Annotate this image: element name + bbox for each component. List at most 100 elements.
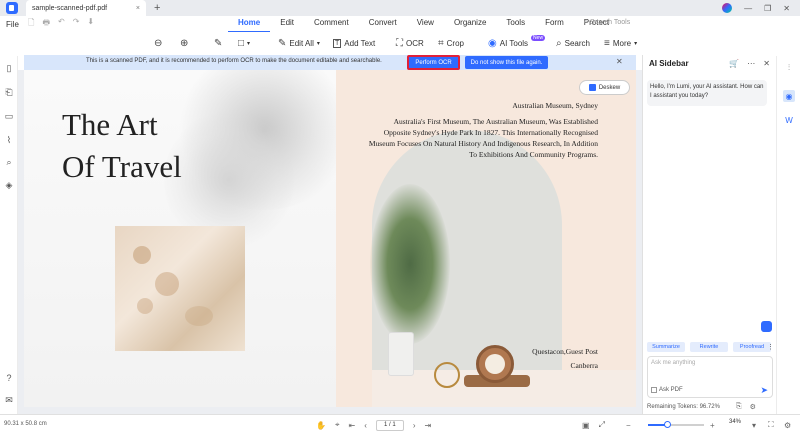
menu-comment[interactable]: Comment — [304, 15, 359, 33]
layers-icon[interactable]: ◈ — [3, 179, 15, 191]
help-icon[interactable]: ? — [3, 372, 15, 384]
window-close-icon[interactable]: ✕ — [783, 4, 790, 13]
ask-input[interactable]: Ask me anything Ask PDF ➤ — [647, 356, 773, 398]
feedback-icon[interactable]: ✉ — [3, 394, 15, 406]
ask-pdf-toggle[interactable]: Ask PDF — [651, 387, 683, 393]
zoom-level[interactable]: 34% — [729, 419, 741, 425]
ocr-button[interactable]: ⛶ OCR — [396, 32, 424, 54]
highlight-button[interactable]: ✎ — [214, 32, 222, 54]
edit-all-button[interactable]: ✎ Edit All ▾ — [278, 32, 320, 54]
search-button[interactable]: ⌕ Search — [556, 32, 590, 54]
menu-bar: File 🗋 🖶 ↶ ↷ ⬇ Home Edit Comment Convert… — [0, 15, 800, 33]
hand-tool-icon[interactable]: ✋ — [316, 421, 326, 430]
fit-page-icon[interactable]: ⤢ — [599, 420, 605, 430]
close-icon[interactable]: ✕ — [616, 57, 623, 66]
menu-home[interactable]: Home — [228, 15, 271, 33]
page-number-input[interactable]: 1 / 1 — [375, 419, 404, 431]
menu-tools[interactable]: Tools — [496, 15, 535, 33]
more-options-icon[interactable]: ⋯ — [747, 59, 755, 68]
search-icon: ⌕ — [556, 37, 562, 49]
zoom-out-icon[interactable]: − — [626, 421, 631, 430]
dont-show-again-button[interactable]: Do not show this file again. — [465, 56, 548, 69]
zoom-in-icon[interactable]: + — [710, 418, 715, 432]
ai-icon: ◉ — [488, 37, 497, 49]
search-icon[interactable]: ⌕ — [3, 156, 15, 168]
previous-page-icon[interactable]: ‹ — [364, 421, 367, 430]
last-page-icon[interactable]: ⇥ — [425, 421, 432, 430]
maximize-icon[interactable]: ❐ — [764, 4, 771, 13]
more-button[interactable]: ≡ More ▾ — [604, 32, 637, 54]
first-page-icon[interactable]: ⇤ — [348, 421, 355, 430]
account-avatar[interactable] — [722, 3, 733, 13]
file-menu[interactable]: File — [6, 20, 19, 29]
edit-icon: ✎ — [278, 37, 287, 49]
menu-form[interactable]: Form — [535, 15, 574, 33]
perform-ocr-button[interactable]: Perform OCR — [407, 55, 460, 70]
questacon-line-2: Canberra — [570, 361, 598, 370]
museum-heading: Australian Museum, Sydney — [512, 101, 598, 110]
ocr-notification-bar: This is a scanned PDF, and it is recomme… — [24, 55, 636, 70]
redo-icon[interactable]: ↷ — [73, 17, 80, 31]
vase-image — [388, 332, 414, 376]
ocr-notification-text: This is a scanned PDF, and it is recomme… — [86, 58, 382, 64]
search-tools-input[interactable]: ⌕ Search Tools — [584, 19, 630, 27]
more-icon: ≡ — [604, 37, 610, 49]
ai-assistant-icon[interactable] — [761, 321, 772, 332]
full-screen-icon[interactable]: ⛶ — [768, 418, 774, 432]
zoom-slider-handle[interactable] — [664, 421, 672, 428]
send-icon[interactable]: ➤ — [760, 385, 768, 396]
page-layout-icon[interactable]: ▣ — [582, 421, 590, 430]
zoom-in-button[interactable]: ⊕ — [180, 32, 188, 54]
next-page-icon[interactable]: › — [413, 421, 416, 430]
cart-icon[interactable]: 🛒 — [729, 59, 739, 68]
remaining-tokens: Remaining Tokens: 96.72% — [647, 404, 720, 410]
settings-icon[interactable]: ⚙ — [750, 403, 756, 411]
tab-close-icon[interactable]: × — [136, 5, 140, 12]
summarize-chip[interactable]: Summarize — [647, 342, 685, 352]
history-icon[interactable]: ⎘ — [736, 403, 742, 411]
deskew-label: Deskew — [598, 84, 621, 91]
status-bar: 90.31 x 50.8 cm ✋ ⌖ ⇤ ‹ 1 / 1 › ⇥ ▣ ⤢ − … — [0, 414, 800, 434]
deskew-button[interactable]: Deskew — [579, 80, 630, 95]
zoom-dropdown-icon[interactable]: ▾ — [752, 418, 756, 432]
shape-button[interactable]: □ ▾ — [238, 32, 250, 54]
rewrite-chip[interactable]: Rewrite — [690, 342, 728, 352]
select-tool-icon[interactable]: ⌖ — [335, 420, 340, 430]
quick-access-dropdown-icon[interactable]: ⬇ — [87, 17, 94, 31]
document-tab[interactable]: sample-scanned-pdf.pdf × — [26, 0, 146, 16]
attachment-icon[interactable]: ⌇ — [3, 134, 15, 146]
menu-organize[interactable]: Organize — [444, 15, 496, 33]
bookmark-icon[interactable]: ⎗ — [3, 86, 15, 98]
more-chips-icon[interactable]: ⋮ — [767, 343, 774, 351]
minimize-icon[interactable]: — — [744, 4, 752, 13]
menu-edit[interactable]: Edit — [270, 15, 304, 33]
chevron-down-icon: ▾ — [316, 40, 320, 47]
thumbnail-icon[interactable]: ▯ — [3, 62, 15, 74]
print-icon[interactable]: 🖶 — [42, 17, 50, 31]
settings-icon[interactable]: ⚙ — [784, 418, 791, 432]
ai-sidebar-icon[interactable]: ◉ — [783, 90, 795, 102]
left-panel-bar: ▯ ⎗ ▭ ⌇ ⌕ ◈ ? ✉ — [0, 56, 18, 414]
page-right-half: Deskew Australian Museum, Sydney Austral… — [336, 70, 636, 407]
ai-tools-button[interactable]: ◉ AI Tools New — [488, 32, 546, 54]
more-label: More — [612, 38, 632, 48]
checkbox[interactable] — [651, 387, 657, 393]
properties-icon[interactable]: ⫶ — [783, 62, 795, 74]
page-left-half: The Art Of Travel — [24, 70, 354, 407]
menu-view[interactable]: View — [407, 15, 444, 33]
add-text-label: Add Text — [344, 38, 376, 48]
comment-icon[interactable]: ▭ — [3, 110, 15, 122]
ask-placeholder: Ask me anything — [651, 360, 696, 366]
zoom-out-button[interactable]: ⊖ — [154, 32, 162, 54]
undo-icon[interactable]: ↶ — [58, 17, 65, 31]
title-bar: sample-scanned-pdf.pdf × + — ❐ ✕ — [0, 0, 800, 16]
proofread-chip[interactable]: Proofread — [733, 342, 771, 352]
new-tab-icon[interactable]: + — [154, 2, 160, 14]
word-icon[interactable]: W — [783, 114, 795, 126]
crop-button[interactable]: ⌗ Crop — [438, 32, 464, 54]
add-text-button[interactable]: T Add Text — [333, 32, 375, 54]
new-file-icon[interactable]: 🗋 — [28, 17, 34, 31]
ai-greeting-message: Hello, I'm Lumi, your AI assistant. How … — [647, 80, 767, 106]
close-icon[interactable]: ✕ — [763, 59, 770, 68]
menu-convert[interactable]: Convert — [359, 15, 407, 33]
